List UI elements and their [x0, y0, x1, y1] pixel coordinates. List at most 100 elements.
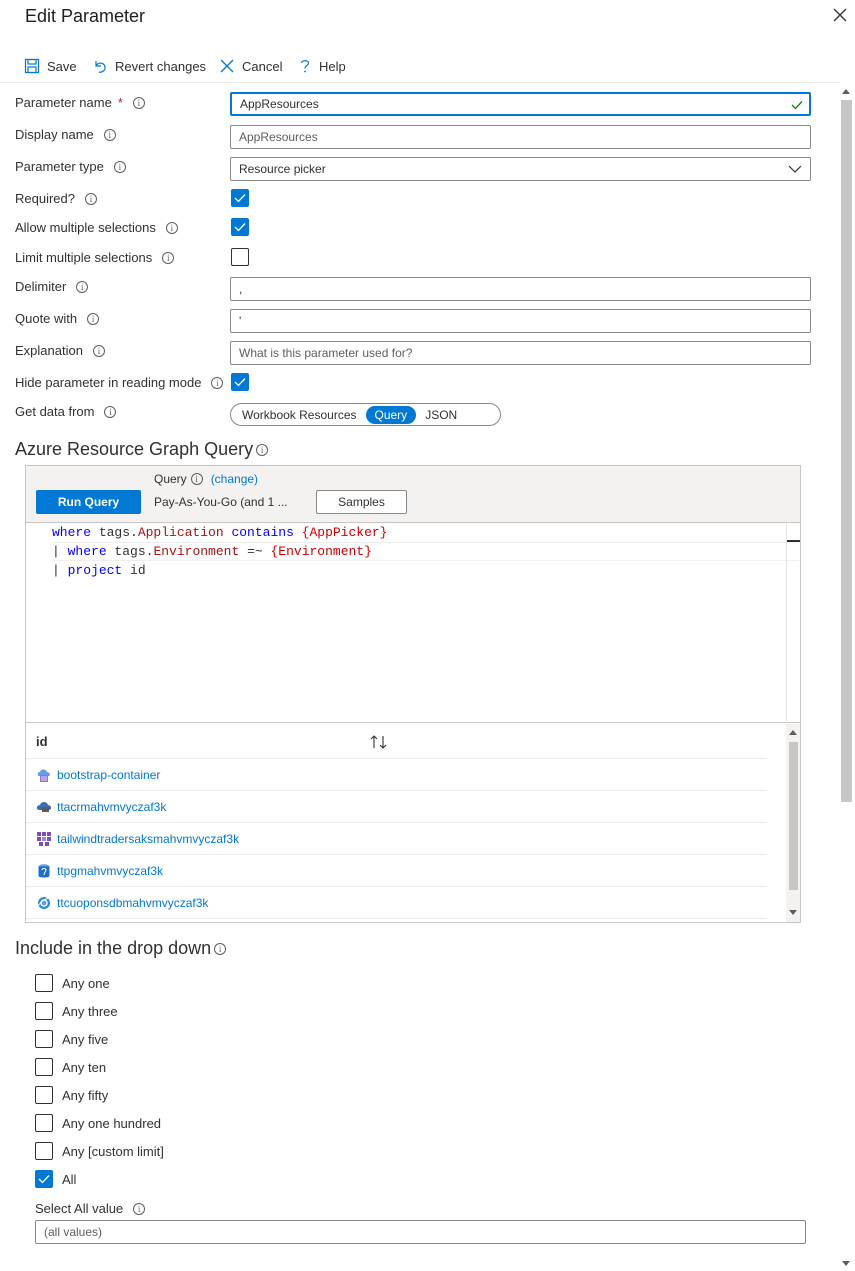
info-icon[interactable]: i	[162, 251, 175, 264]
dropdown-option-label: All	[62, 1171, 77, 1187]
dropdown-option-checkbox[interactable]	[35, 1030, 53, 1048]
dropdown-option-checkbox[interactable]	[35, 1058, 53, 1076]
info-icon[interactable]: i	[133, 1202, 146, 1215]
dropdown-option-checkbox[interactable]	[35, 974, 53, 992]
cancel-button[interactable]: Cancel	[219, 55, 282, 77]
query-section-title: Azure Resource Graph Query	[15, 439, 254, 459]
get-data-from-label: Get data from i	[15, 404, 117, 419]
query-editor-box: Query i (change) Run Query Pay-As-You-Go…	[25, 465, 801, 923]
dropdown-option-checkbox[interactable]	[35, 1114, 53, 1132]
allow-multiple-text: Allow multiple selections	[15, 220, 156, 235]
allow-multiple-label: Allow multiple selections i	[15, 220, 178, 235]
page-scroll-up-icon[interactable]	[842, 88, 850, 94]
explanation-label: Explanation i	[15, 343, 105, 358]
dropdown-option: Any three	[35, 1002, 118, 1020]
hide-parameter-label: Hide parameter in reading mode i	[15, 375, 224, 390]
delimiter-input[interactable]: ,	[230, 277, 811, 301]
quote-with-label: Quote with i	[15, 311, 100, 326]
required-asterisk: *	[117, 95, 123, 110]
subscription-label: Pay-As-You-Go (and 1 ...	[154, 495, 288, 509]
code-token: project	[67, 563, 123, 578]
info-icon[interactable]: i	[132, 96, 145, 109]
save-button[interactable]: Save	[24, 55, 77, 77]
table-row: ttcuoponsdbmahvmvyczaf3k	[26, 887, 767, 919]
revert-changes-button[interactable]: Revert changes	[92, 55, 206, 77]
scroll-down-icon[interactable]	[789, 910, 797, 916]
save-icon	[24, 58, 40, 74]
page-scroll-thumb[interactable]	[841, 100, 852, 802]
display-name-text: Display name	[15, 127, 94, 142]
info-icon[interactable]: i	[113, 160, 126, 173]
grid-scroll-thumb[interactable]	[789, 742, 798, 890]
dropdown-option-checkbox[interactable]	[35, 1142, 53, 1160]
dropdown-section-title: Include in the drop down	[15, 938, 212, 958]
code-token: {AppPicker}	[301, 525, 388, 540]
postgresql-icon	[36, 863, 52, 879]
info-icon[interactable]: i	[256, 443, 269, 456]
resource-link[interactable]: ttpgmahvmvyczaf3k	[57, 864, 163, 878]
resource-link[interactable]: bootstrap-container	[57, 768, 160, 782]
editor-scrollbar[interactable]	[786, 523, 800, 723]
allow-multiple-checkbox[interactable]	[231, 218, 249, 236]
info-icon[interactable]: i	[165, 221, 178, 234]
dropdown-option-checkbox[interactable]	[35, 1170, 53, 1188]
info-icon[interactable]: i	[85, 192, 97, 205]
grid-scrollbar[interactable]	[786, 724, 800, 922]
parameter-name-label: Parameter name * i	[15, 95, 145, 110]
option-query[interactable]: Query	[365, 405, 417, 424]
quote-with-input[interactable]: '	[230, 309, 811, 333]
code-token: where	[52, 525, 92, 540]
table-row: tailwindtradersaksmahvmvyczaf3k	[26, 823, 767, 855]
scroll-up-icon[interactable]	[789, 729, 797, 735]
quote-with-value: '	[239, 314, 242, 328]
resource-link[interactable]: ttacrmahvmvyczaf3k	[57, 800, 166, 814]
parameter-name-input[interactable]: AppResources	[230, 92, 811, 116]
hide-parameter-checkbox[interactable]	[231, 373, 249, 391]
select-all-value-input[interactable]: (all values)	[35, 1220, 806, 1244]
info-icon[interactable]: i	[103, 128, 116, 141]
samples-button[interactable]: Samples	[316, 490, 407, 514]
info-icon[interactable]: i	[87, 312, 100, 325]
resource-link[interactable]: tailwindtradersaksmahvmvyczaf3k	[57, 832, 239, 846]
dropdown-option-checkbox[interactable]	[35, 1002, 53, 1020]
grid-header-id[interactable]: id	[26, 724, 767, 759]
current-line-highlight	[52, 542, 799, 561]
required-checkbox[interactable]	[231, 189, 249, 207]
info-icon[interactable]: i	[76, 280, 89, 293]
info-icon[interactable]: i	[214, 942, 227, 955]
info-icon[interactable]: i	[211, 376, 224, 389]
parameter-type-dropdown[interactable]: Resource picker	[230, 157, 811, 181]
results-grid: id bootstrap-container ttacrmahvmvyczaf3k…	[26, 724, 800, 922]
dropdown-option-label: Any fifty	[62, 1087, 109, 1103]
info-icon[interactable]: i	[92, 344, 105, 357]
help-button[interactable]: Help	[298, 55, 346, 77]
close-icon[interactable]	[829, 4, 851, 26]
info-icon[interactable]: i	[104, 405, 117, 418]
quote-with-text: Quote with	[15, 311, 78, 326]
dropdown-option-label: Any three	[62, 1003, 118, 1019]
display-name-input[interactable]: AppResources	[230, 125, 811, 149]
info-icon[interactable]: i	[190, 473, 203, 485]
explanation-input[interactable]: What is this parameter used for?	[230, 341, 811, 365]
dropdown-option-checkbox[interactable]	[35, 1086, 53, 1104]
option-json[interactable]: JSON	[416, 406, 466, 424]
limit-multiple-checkbox[interactable]	[231, 248, 249, 266]
query-code-editor[interactable]: where tags.Application contains {AppPick…	[26, 523, 800, 723]
chevron-down-icon	[788, 165, 802, 173]
page-scrollbar[interactable]	[838, 84, 855, 1271]
sort-icon[interactable]	[370, 735, 388, 749]
kubernetes-service-icon	[36, 831, 52, 847]
delimiter-value: ,	[239, 282, 243, 296]
option-workbook-resources[interactable]: Workbook Resources	[233, 406, 366, 424]
change-subscription-link[interactable]: (change)	[211, 472, 258, 486]
code-token: |	[52, 563, 68, 578]
cosmos-db-icon	[36, 895, 52, 911]
id-column-header: id	[36, 733, 48, 749]
run-query-button[interactable]: Run Query	[36, 490, 141, 514]
resource-link[interactable]: ttcuoponsdbmahvmvyczaf3k	[57, 896, 208, 910]
page-scroll-down-icon[interactable]	[842, 1261, 850, 1267]
dropdown-option-label: Any one hundred	[62, 1115, 162, 1131]
explanation-placeholder: What is this parameter used for?	[239, 346, 413, 360]
check-icon	[234, 223, 246, 232]
delimiter-label: Delimiter i	[15, 279, 89, 294]
